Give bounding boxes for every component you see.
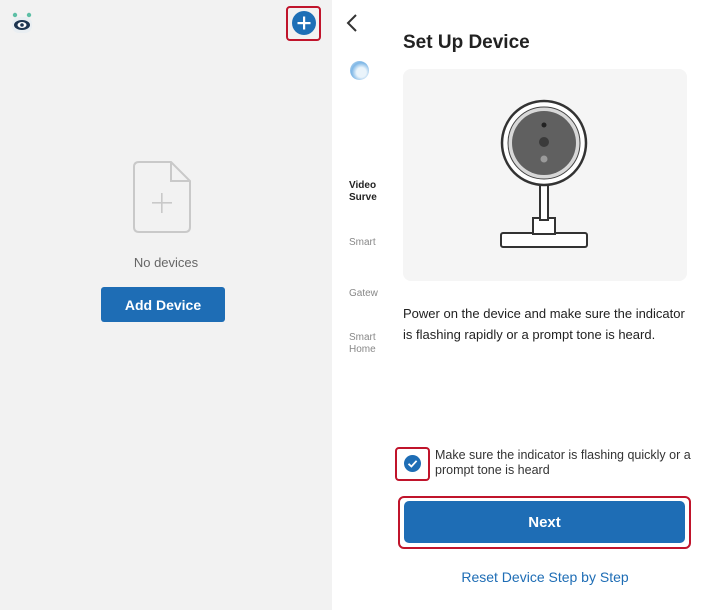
category-gateway[interactable]: Gatew: [349, 288, 381, 300]
app-logo-icon: [12, 12, 32, 33]
confirm-checkbox[interactable]: [404, 455, 421, 472]
category-smart[interactable]: Smart: [349, 237, 381, 249]
add-device-button[interactable]: Add Device: [101, 287, 225, 322]
camera-icon: [500, 99, 588, 248]
add-device-plus-button[interactable]: [292, 11, 316, 35]
loading-spinner-icon: [350, 61, 369, 80]
plus-icon: [297, 16, 311, 30]
instruction-text: Power on the device and make sure the in…: [403, 306, 685, 342]
category-video[interactable]: Video: [349, 180, 381, 192]
checkbox-label[interactable]: Make sure the indicator is flashing quic…: [435, 448, 695, 478]
reset-device-link[interactable]: Reset Device Step by Step: [403, 569, 687, 585]
chevron-left-icon[interactable]: [343, 12, 361, 34]
next-button[interactable]: Next: [404, 501, 685, 543]
page-title: Set Up Device: [403, 32, 530, 53]
category-video-line2[interactable]: Surve: [349, 192, 381, 204]
checkmark-icon: [407, 460, 418, 468]
empty-state-text: No devices: [133, 255, 199, 270]
empty-file-plus-icon: [133, 161, 191, 233]
device-illustration: [403, 69, 687, 281]
category-smart-home-line2[interactable]: Home: [349, 344, 381, 356]
category-smart-home[interactable]: Smart: [349, 332, 381, 344]
